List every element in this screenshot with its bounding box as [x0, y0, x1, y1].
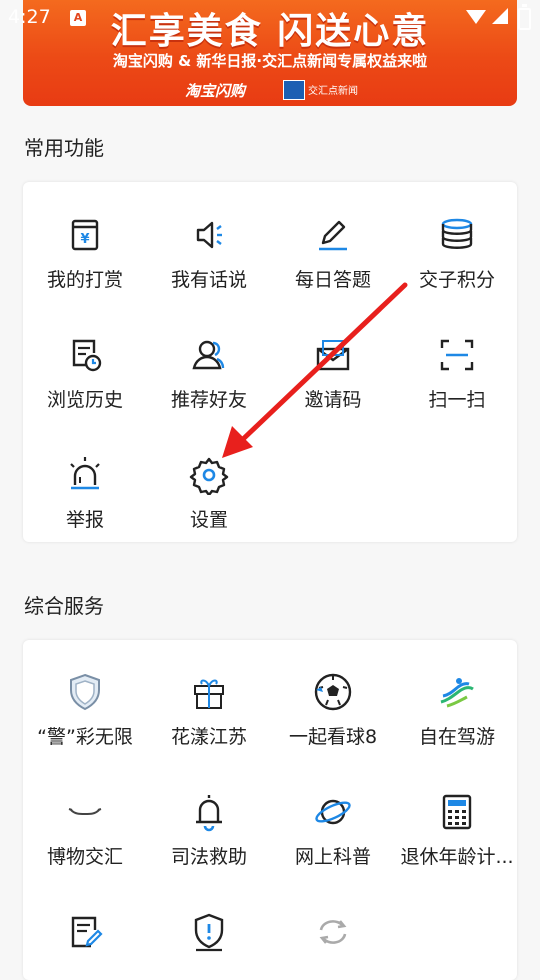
grid-item-invite[interactable]: 邀请码 — [271, 335, 395, 415]
grid-item-label: 自在驾游 — [418, 726, 495, 748]
svg-text:¥: ¥ — [80, 232, 89, 247]
grid-item-refresh[interactable] — [271, 912, 395, 972]
bell-icon — [189, 792, 229, 832]
battery-icon — [518, 4, 531, 30]
common-functions-card: ¥ 我的打赏 我有话说 每日答题 交子积分 浏览历史 推荐好友 邀请码 扫一扫 … — [23, 182, 517, 542]
grid-item-recommend[interactable]: 推荐好友 — [147, 335, 271, 415]
grid-item-history[interactable]: 浏览历史 — [23, 335, 147, 415]
grid-item-label: 网上科普 — [294, 846, 371, 868]
grid-item-label: 推荐好友 — [170, 389, 247, 411]
planet-icon — [313, 792, 353, 832]
grid-item-speak[interactable]: 我有话说 — [147, 215, 271, 295]
grid-item-label: 一起看球8 — [288, 726, 378, 748]
recommend-friend-icon — [189, 335, 229, 375]
grid-item-points[interactable]: 交子积分 — [395, 215, 519, 295]
services-card: “警”彩无限 花漾江苏 一起看球8 自在驾游 博物交汇 司法救助 网上科普 退休… — [23, 640, 517, 980]
grid-item-label: “警”彩无限 — [37, 726, 133, 748]
grid-item-label: 退休年龄计... — [400, 846, 514, 868]
grid-item-drive[interactable]: 自在驾游 — [395, 672, 519, 752]
grid-item-edit[interactable] — [23, 912, 147, 972]
calculator-icon — [437, 792, 477, 832]
grid-item-science[interactable]: 网上科普 — [271, 792, 395, 872]
grid-item-label: 浏览历史 — [46, 389, 123, 411]
grid-item-label: 设置 — [189, 509, 228, 531]
reward-box-icon: ¥ — [65, 215, 105, 255]
grid-item-shield[interactable] — [147, 912, 271, 972]
gear-icon — [189, 455, 229, 495]
banner-subtitle: 淘宝闪购 & 新华日报·交汇点新闻专属权益来啦 — [112, 52, 428, 70]
coin-stack-icon — [437, 215, 477, 255]
refresh-icon — [313, 912, 353, 952]
grid-item-quiz[interactable]: 每日答题 — [271, 215, 395, 295]
services-title: 综合服务 — [24, 594, 104, 618]
grid-item-report[interactable]: 举报 — [23, 455, 147, 535]
grid-item-label: 邀请码 — [304, 389, 362, 411]
history-icon — [65, 335, 105, 375]
grid-item-label: 扫一扫 — [428, 389, 486, 411]
grid-item-scan[interactable]: 扫一扫 — [395, 335, 519, 415]
grid-item-flower[interactable]: 花漾江苏 — [147, 672, 271, 752]
grid-item-label: 我的打赏 — [46, 269, 123, 291]
grid-item-police[interactable]: “警”彩无限 — [23, 672, 147, 752]
pencil-icon — [313, 215, 353, 255]
envelope-icon — [313, 335, 353, 375]
road-trip-icon — [437, 672, 477, 712]
signal-icon — [492, 8, 508, 24]
alarm-light-icon — [65, 455, 105, 495]
grid-item-reward[interactable]: ¥ 我的打赏 — [23, 215, 147, 295]
grid-item-label: 花漾江苏 — [170, 726, 247, 748]
grid-item-label: 司法救助 — [170, 846, 247, 868]
grid-item-label: 我有话说 — [170, 269, 247, 291]
speaker-icon — [189, 215, 229, 255]
shield-alert-icon — [189, 912, 229, 952]
museum-icon — [65, 792, 105, 832]
grid-item-football[interactable]: 一起看球8 — [271, 672, 395, 752]
jiaohuidian-logo-text: 交汇点新闻 — [308, 86, 358, 97]
grid-item-retirement[interactable]: 退休年龄计... — [395, 792, 519, 872]
grid-item-label: 交子积分 — [418, 269, 495, 291]
grid-item-label: 每日答题 — [294, 269, 371, 291]
grid-item-label: 举报 — [65, 509, 104, 531]
wifi-icon — [466, 10, 486, 24]
edit-document-icon — [65, 912, 105, 952]
grid-item-settings[interactable]: 设置 — [147, 455, 271, 535]
common-functions-title: 常用功能 — [24, 136, 104, 160]
gift-icon — [189, 672, 229, 712]
taobao-flash-logo: 淘宝闪购 — [185, 82, 246, 100]
status-time: 4:27 — [8, 6, 51, 28]
notification-app-icon: A — [70, 10, 86, 26]
grid-item-museum[interactable]: 博物交汇 — [23, 792, 147, 872]
jiaohuidian-logo-icon — [283, 80, 305, 100]
grid-item-label: 博物交汇 — [46, 846, 123, 868]
status-bar: 4:27 A — [0, 0, 540, 34]
grid-item-judicial[interactable]: 司法救助 — [147, 792, 271, 872]
police-shield-icon — [65, 672, 105, 712]
scan-icon — [437, 335, 477, 375]
soccer-ball-icon — [313, 672, 353, 712]
